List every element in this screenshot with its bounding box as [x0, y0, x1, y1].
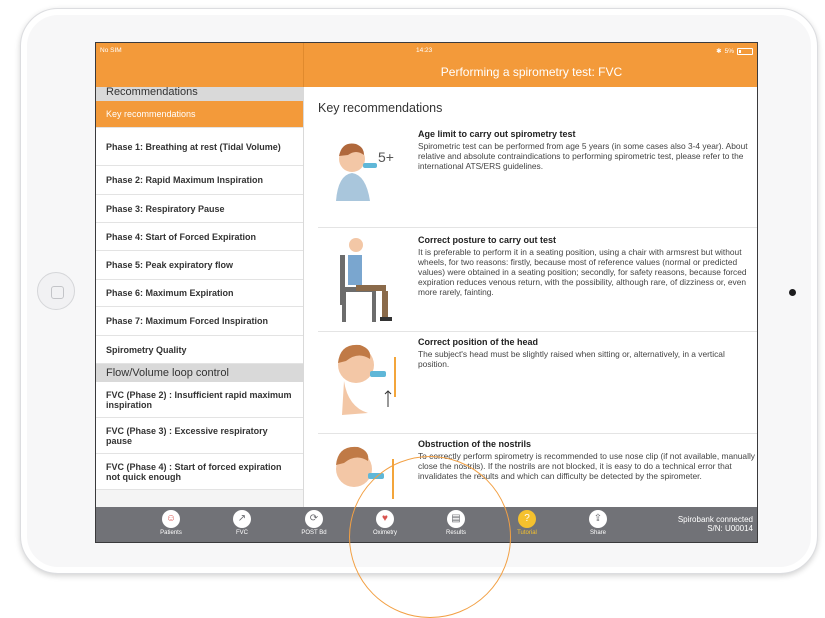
tab-label: FVC — [236, 530, 248, 536]
bluetooth-icon: ✱ — [716, 48, 722, 55]
page-title: Performing a spirometry test: FVC — [440, 65, 623, 79]
tab-label: Share — [589, 530, 606, 536]
sidebar-header — [96, 43, 304, 87]
sidebar-item-phase-4[interactable]: Phase 4: Start of Forced Expiration — [96, 223, 303, 251]
age-badge: 5+ — [378, 149, 394, 165]
sidebar-item-phase-5[interactable]: Phase 5: Peak expiratory flow — [96, 251, 303, 280]
block-body: It is preferable to perform it in a seat… — [418, 247, 747, 297]
block-title: Correct position of the head — [418, 337, 539, 347]
tab-label: Patients — [160, 530, 182, 536]
sidebar-item-key-recommendations[interactable]: Key recommendations — [96, 101, 303, 128]
sidebar-item-phase-2[interactable]: Phase 2: Rapid Maximum Inspiration — [96, 166, 303, 195]
block-body: The subject's head must be slightly rais… — [418, 349, 725, 369]
child-spirometry-illustration — [336, 143, 377, 201]
tab-share[interactable]: ⇪ Share — [568, 510, 628, 536]
divider — [318, 433, 757, 434]
sidebar-section-recommendations: Recommendations — [96, 87, 303, 101]
serial-number: S/N: U00014 — [707, 524, 753, 533]
content-panel: Key recommendations 5+ Age limit to carr… — [304, 87, 757, 507]
fvc-icon: ↗ — [233, 510, 251, 528]
battery-percent: 5% — [724, 47, 734, 55]
status-time: 14:23 — [416, 47, 433, 54]
block-title: Age limit to carry out spirometry test — [418, 129, 576, 139]
tab-label: Tutorial — [517, 530, 537, 536]
share-icon: ⇪ — [589, 510, 607, 528]
patients-icon: ☺ — [162, 510, 180, 528]
seated-posture-illustration — [340, 238, 392, 322]
block-body: Spirometric test can be performed from a… — [418, 141, 748, 171]
block-title: Obstruction of the nostrils — [418, 439, 532, 449]
battery-indicator: ✱ 5% — [716, 47, 753, 55]
divider — [318, 227, 757, 228]
sidebar-section-flow-volume: Flow/Volume loop control — [96, 364, 303, 382]
recommendation-head-position: Correct position of the head The subject… — [318, 337, 757, 423]
highlight-circle — [349, 456, 511, 618]
sidebar-item-phase-7[interactable]: Phase 7: Maximum Forced Inspiration — [96, 307, 303, 336]
sidebar-item-spirometry-quality[interactable]: Spirometry Quality — [96, 336, 303, 364]
tab-label: POST Bd — [301, 530, 327, 536]
carrier-label: No SIM — [100, 47, 122, 54]
sidebar: Recommendations Key recommendations Phas… — [96, 87, 304, 507]
camera-icon — [789, 289, 796, 296]
divider — [318, 331, 757, 332]
recommendation-age: 5+ Age limit to carry out spirometry tes… — [318, 129, 757, 219]
content-heading: Key recommendations — [318, 101, 443, 115]
sidebar-item-fvc-phase-2[interactable]: FVC (Phase 2) : Insufficient rapid maxim… — [96, 382, 303, 418]
post-bd-icon: ⟳ — [305, 510, 323, 528]
sidebar-item-fvc-phase-4[interactable]: FVC (Phase 4) : Start of forced expirati… — [96, 454, 303, 490]
status-bar: No SIM 14:23 ✱ 5% Performing a spirometr… — [96, 43, 757, 87]
device-connection-status: Spirobank connected S/N: U00014 — [678, 515, 753, 533]
recommendation-posture: Correct posture to carry out test It is … — [318, 235, 757, 327]
head-position-illustration — [338, 344, 396, 415]
block-title: Correct posture to carry out test — [418, 235, 557, 245]
sidebar-item-phase-1[interactable]: Phase 1: Breathing at rest (Tidal Volume… — [96, 128, 303, 166]
sidebar-item-phase-6[interactable]: Phase 6: Maximum Expiration — [96, 280, 303, 307]
sidebar-item-fvc-phase-3[interactable]: FVC (Phase 3) : Excessive respiratory pa… — [96, 418, 303, 454]
sidebar-item-phase-3[interactable]: Phase 3: Respiratory Pause — [96, 195, 303, 223]
tab-patients[interactable]: ☺ Patients — [141, 510, 201, 536]
tab-post-bd[interactable]: ⟳ POST Bd — [284, 510, 344, 536]
tab-fvc[interactable]: ↗ FVC — [212, 510, 272, 536]
home-button[interactable] — [37, 272, 75, 310]
connection-label: Spirobank connected — [677, 515, 753, 524]
tutorial-icon: ? — [518, 510, 536, 528]
battery-icon — [737, 47, 753, 55]
